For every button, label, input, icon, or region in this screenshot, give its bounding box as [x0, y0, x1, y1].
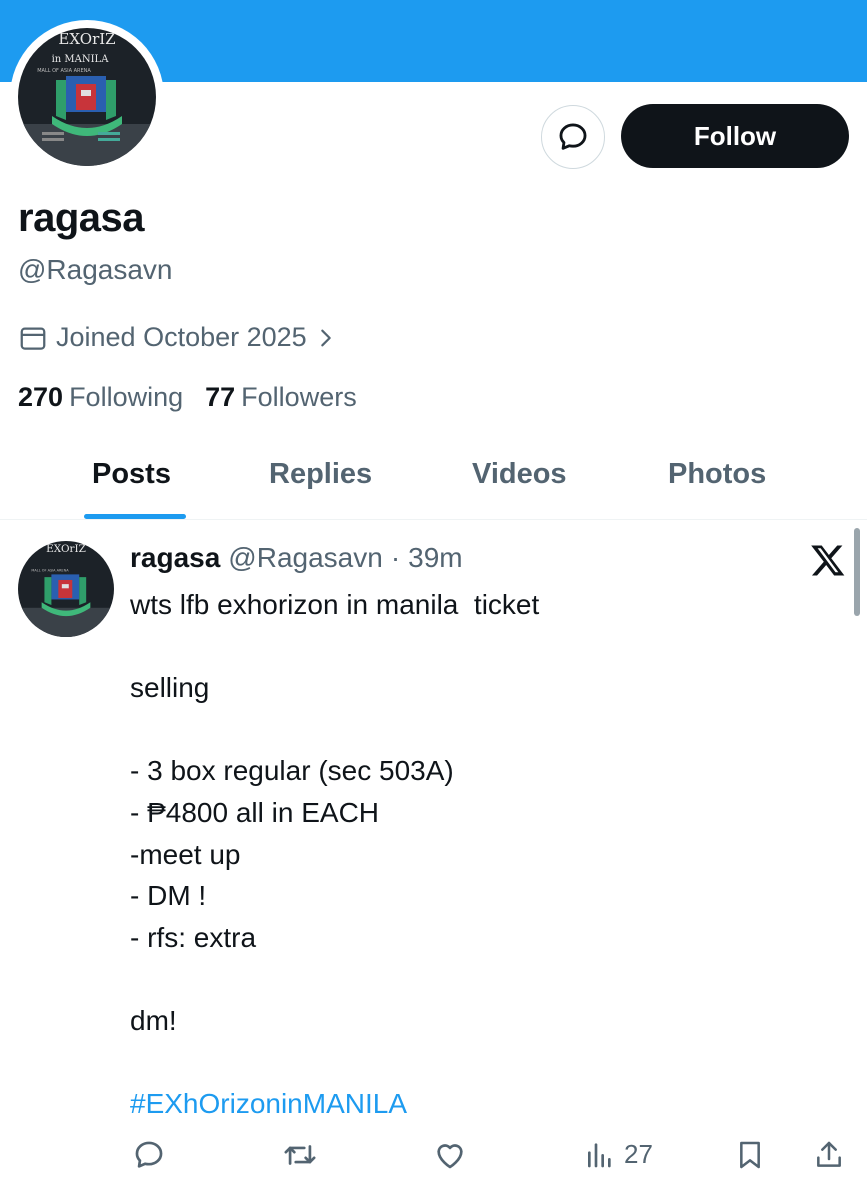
post-hashtag-link[interactable]: #EXhOrizoninMANILA [130, 1083, 539, 1125]
tab-replies[interactable]: Replies [269, 458, 372, 491]
post-author-name[interactable]: ragasa [130, 542, 220, 574]
joined-date[interactable]: Joined October 2025 [18, 322, 337, 353]
tab-videos[interactable]: Videos [472, 458, 567, 491]
post-line [130, 1042, 539, 1084]
post-text: wts lfb exhorizon in manila ticket selli… [130, 584, 539, 1125]
svg-text:EXOrIZ: EXOrIZ [46, 543, 86, 555]
share-button[interactable] [813, 1138, 845, 1172]
share-icon [817, 1141, 841, 1167]
post-line [130, 709, 539, 751]
avatar-image: EXOrIZ in MANILA MALL OF ASIA ARENA STAG… [18, 28, 156, 166]
views-icon [588, 1143, 611, 1168]
post-line: - ₱4800 all in EACH [130, 796, 380, 828]
post-line: wts lfb exhorizon in manila ticket [130, 589, 540, 620]
post-line: - rfs: extra [130, 921, 257, 953]
post-line [130, 626, 539, 668]
post-line: - 3 box regular (sec 503A) [130, 755, 454, 787]
svg-text:MALL OF ASIA ARENA: MALL OF ASIA ARENA [31, 569, 69, 573]
active-tab-indicator [84, 514, 186, 519]
svg-text:EXOrIZ: EXOrIZ [58, 30, 115, 48]
followers-link[interactable]: 77 Followers [205, 382, 357, 413]
calendar-icon [20, 327, 46, 350]
post-line: - DM ! [130, 880, 207, 912]
views-button[interactable]: 27 [584, 1138, 653, 1170]
post-line [130, 958, 539, 1000]
follow-button[interactable]: Follow [621, 104, 849, 168]
reply-icon [135, 1141, 163, 1168]
post-separator: · [390, 542, 401, 573]
post-author-handle[interactable]: @Ragasavn [228, 542, 383, 574]
post-line: dm! [130, 1004, 177, 1036]
chevron-right-icon [320, 329, 331, 346]
profile-tabs: Posts Replies Videos Photos [0, 440, 867, 520]
following-label: Following [69, 382, 184, 412]
follow-stats: 270 Following 77 Followers [18, 382, 357, 413]
retweet-button[interactable] [282, 1138, 318, 1172]
followers-count: 77 [205, 382, 236, 412]
svg-text:in MANILA: in MANILA [52, 54, 110, 65]
reply-button[interactable] [132, 1138, 166, 1172]
tab-posts[interactable]: Posts [92, 458, 171, 491]
bookmark-button[interactable] [734, 1138, 766, 1172]
retweet-icon [284, 1145, 316, 1165]
views-count: 27 [624, 1138, 653, 1169]
like-icon [437, 1144, 463, 1169]
following-link[interactable]: 270 Following [18, 382, 183, 413]
profile-display-name: ragasa [18, 196, 144, 240]
post-header: ragasa @Ragasavn · 39m [130, 542, 463, 574]
post-actions: 27 [0, 1130, 867, 1180]
post-line: -meet up [130, 838, 241, 870]
joined-text: Joined October 2025 [56, 322, 307, 352]
x-logo-icon [811, 545, 845, 576]
scrollbar[interactable] [854, 528, 860, 616]
message-button[interactable] [541, 105, 605, 169]
message-icon [559, 123, 587, 150]
following-count: 270 [18, 382, 64, 412]
like-button[interactable] [432, 1138, 468, 1172]
tab-photos[interactable]: Photos [668, 458, 766, 491]
svg-text:MALL OF ASIA ARENA: MALL OF ASIA ARENA [37, 68, 91, 74]
post-line: selling [130, 672, 210, 704]
profile-handle: @Ragasavn [18, 254, 173, 285]
profile-avatar[interactable]: EXOrIZ in MANILA MALL OF ASIA ARENA STAG… [10, 20, 164, 174]
post-avatar[interactable]: EXOrIZ MALL OF ASIA ARENA [18, 541, 114, 637]
post-timestamp[interactable]: 39m [408, 542, 462, 574]
bookmark-icon [740, 1141, 760, 1169]
followers-label: Followers [241, 382, 357, 412]
